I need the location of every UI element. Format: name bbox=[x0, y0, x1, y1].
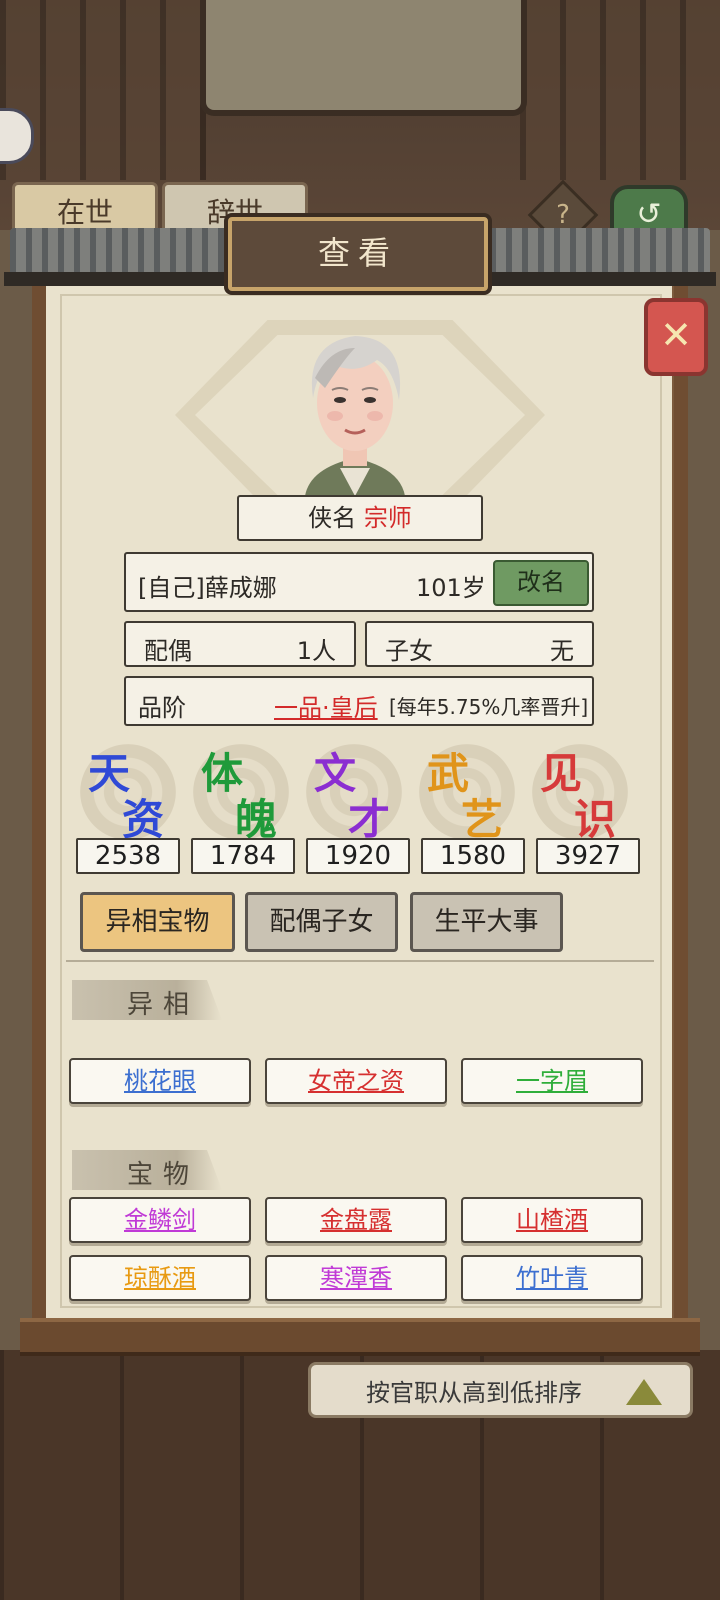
rank-value[interactable]: 一品·皇后 bbox=[274, 688, 378, 723]
spouse-label: 配偶 bbox=[144, 637, 192, 665]
stat-physique-value: 1784 bbox=[191, 838, 295, 874]
stat-literary: 文 才 bbox=[300, 738, 408, 844]
orchid-painting bbox=[200, 0, 527, 116]
frame-post-left bbox=[32, 282, 46, 1318]
sort-button[interactable]: 按官职从高到低排序 bbox=[308, 1362, 693, 1418]
treasure-item[interactable]: 山楂酒 bbox=[461, 1197, 643, 1243]
children-box: 子女 无 bbox=[365, 621, 594, 667]
treasure-item[interactable]: 竹叶青 bbox=[461, 1255, 643, 1301]
tab-life-events[interactable]: 生平大事 bbox=[410, 892, 563, 952]
rank-label: 品阶 bbox=[138, 694, 186, 722]
treasure-item[interactable]: 金鳞剑 bbox=[69, 1197, 251, 1243]
treasures-header: 宝物 bbox=[72, 1150, 222, 1190]
nickname-value: 宗师 bbox=[363, 504, 412, 532]
stat-talent-value: 2538 bbox=[76, 838, 180, 874]
sort-toggle-icon bbox=[626, 1379, 662, 1405]
traits-header: 异相 bbox=[72, 980, 222, 1020]
treasure-item[interactable]: 琼酥酒 bbox=[69, 1255, 251, 1301]
character-age: 101岁 bbox=[416, 574, 486, 602]
identity-row: [自己]薛成娜 101岁 改名 bbox=[124, 552, 594, 612]
avatar bbox=[305, 336, 405, 496]
rank-promotion-note: [每年5.75%几率晋升] bbox=[389, 695, 589, 719]
stat-knowledge-value: 3927 bbox=[536, 838, 640, 874]
treasures-title: 宝物 bbox=[127, 1160, 200, 1190]
close-icon: ✕ bbox=[660, 313, 692, 357]
spouse-count: 1人 bbox=[296, 637, 336, 665]
stat-martial-value: 1580 bbox=[421, 838, 525, 874]
treasure-item[interactable]: 寒潭香 bbox=[265, 1255, 447, 1301]
tab-traits-treasures[interactable]: 异相宝物 bbox=[80, 892, 235, 952]
traits-title: 异相 bbox=[127, 990, 200, 1020]
stat-talent: 天 资 bbox=[74, 738, 182, 844]
treasure-item[interactable]: 金盘露 bbox=[265, 1197, 447, 1243]
stat-literary-value: 1920 bbox=[306, 838, 410, 874]
section-divider bbox=[66, 960, 654, 962]
stat-knowledge: 见 识 bbox=[526, 738, 634, 844]
character-name: [自己]薛成娜 bbox=[138, 574, 277, 602]
spouse-box: 配偶 1人 bbox=[124, 621, 356, 667]
nickname-label: 侠名 bbox=[308, 504, 357, 532]
rename-button[interactable]: 改名 bbox=[493, 560, 589, 606]
frame-post-right bbox=[674, 282, 688, 1318]
nickname-box: 侠名 宗师 bbox=[237, 495, 483, 541]
trait-item[interactable]: 一字眉 bbox=[461, 1058, 643, 1104]
window-lattice-right bbox=[520, 0, 720, 180]
stat-physique: 体 魄 bbox=[187, 738, 295, 844]
children-value: 无 bbox=[550, 637, 574, 665]
children-label: 子女 bbox=[385, 637, 433, 665]
sort-label: 按官职从高到低排序 bbox=[366, 1379, 582, 1407]
stat-martial: 武 艺 bbox=[413, 738, 521, 844]
window-lattice-left bbox=[0, 0, 206, 180]
tab-spouse-children[interactable]: 配偶子女 bbox=[245, 892, 398, 952]
dialog-bottom-rail bbox=[20, 1318, 700, 1356]
dialog-title: 查看 bbox=[228, 217, 488, 291]
trait-item[interactable]: 女帝之资 bbox=[265, 1058, 447, 1104]
rank-box: 品阶 一品·皇后 [每年5.75%几率晋升] bbox=[124, 676, 594, 726]
close-button[interactable]: ✕ bbox=[644, 298, 708, 376]
trait-item[interactable]: 桃花眼 bbox=[69, 1058, 251, 1104]
